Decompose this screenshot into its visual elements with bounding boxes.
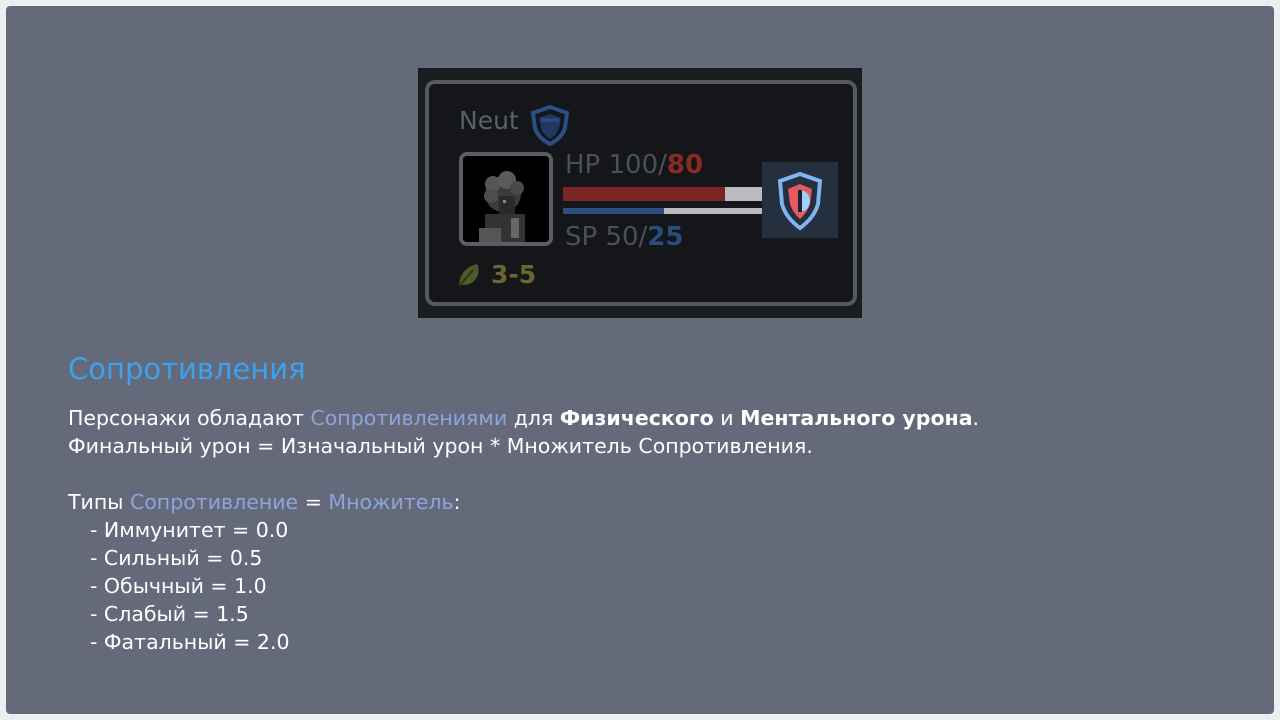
sp-bar xyxy=(563,208,765,214)
hp-name: HP xyxy=(565,150,601,180)
list-item: - Слабый = 1.5 xyxy=(90,602,249,626)
character-sprite xyxy=(463,156,549,242)
character-card-image: Neut HP 100/80 SP 50/25 3-5 xyxy=(418,68,862,318)
text-segment: = xyxy=(298,490,329,514)
resistance-shield-icon xyxy=(777,171,823,231)
resistance-highlight: Сопротивлениями xyxy=(310,406,508,430)
list-item: - Фатальный = 2.0 xyxy=(90,630,290,654)
class-label: Neut xyxy=(459,106,519,135)
list-item: - Иммунитет = 0.0 xyxy=(90,518,289,542)
types-line: Типы Сопротивление = Множитель: xyxy=(68,488,979,516)
description-text: Персонажи обладают Сопротивлениями для Ф… xyxy=(68,404,979,656)
hp-label: HP 100/80 xyxy=(565,152,703,178)
content-panel: Neut HP 100/80 SP 50/25 3-5 Сопротивлени… xyxy=(6,6,1274,714)
description-line-2: Финальный урон = Изначальный урон * Множ… xyxy=(68,434,813,458)
sp-bar-fill xyxy=(563,208,664,214)
text-segment: Типы xyxy=(68,490,130,514)
physical-bold: Физического xyxy=(559,406,714,430)
resistance-badge xyxy=(762,162,838,238)
hp-current: 80 xyxy=(666,150,704,180)
description-line-1: Персонажи обладают Сопротивлениями для Ф… xyxy=(68,404,979,432)
text-segment: и xyxy=(713,406,741,430)
multiplier-highlight: Множитель xyxy=(328,490,454,514)
hp-bar-fill xyxy=(563,187,725,201)
list-item: - Сильный = 0.5 xyxy=(90,546,263,570)
shield-icon xyxy=(530,104,570,146)
leaf-icon xyxy=(458,264,479,287)
character-card: Neut HP 100/80 SP 50/25 3-5 xyxy=(425,80,857,306)
speed-value: 3-5 xyxy=(491,260,537,289)
character-portrait xyxy=(459,152,553,246)
section-title: Сопротивления xyxy=(68,352,306,386)
sp-current: 25 xyxy=(647,222,684,252)
text-segment: для xyxy=(507,406,560,430)
text-segment: . xyxy=(972,406,980,430)
sp-max: 50/ xyxy=(605,222,648,252)
text-segment: : xyxy=(453,490,461,514)
list-item: - Обычный = 1.0 xyxy=(90,574,267,598)
resistance-highlight: Сопротивление xyxy=(129,490,299,514)
hp-max: 100/ xyxy=(608,150,667,180)
hp-bar xyxy=(563,187,765,201)
mental-damage-bold: Ментального урона xyxy=(740,406,973,430)
sp-name: SP xyxy=(565,222,598,252)
text-segment: Персонажи обладают xyxy=(68,406,311,430)
sp-label: SP 50/25 xyxy=(565,224,683,250)
